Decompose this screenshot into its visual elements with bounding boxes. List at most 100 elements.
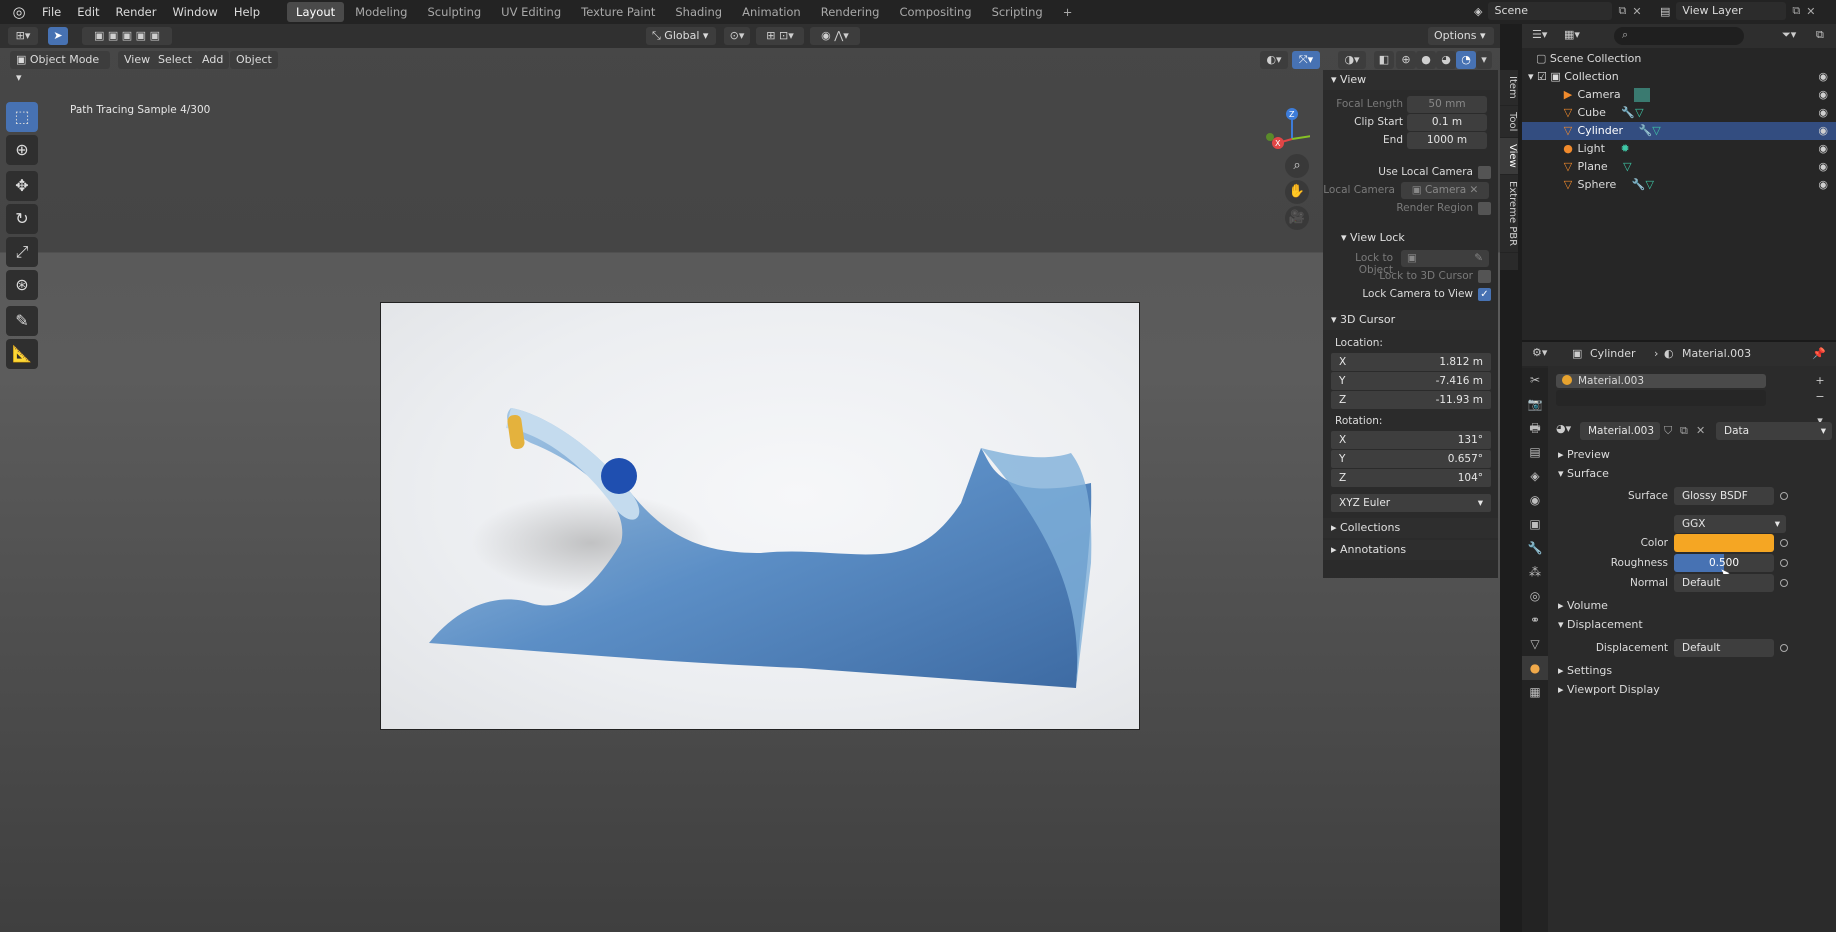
view-layer-selector[interactable]: ▤ View Layer ⧉ ✕ xyxy=(1660,2,1815,20)
texture-tab-icon[interactable]: ▦ xyxy=(1522,680,1548,704)
render-region-checkbox[interactable] xyxy=(1478,202,1491,215)
socket-icon[interactable] xyxy=(1780,644,1788,652)
scale-tool-icon[interactable]: ⤢ xyxy=(6,237,38,267)
tab-view[interactable]: View xyxy=(1500,138,1518,175)
modifier-wrench-icon[interactable]: 🔧 xyxy=(1621,106,1635,119)
local-camera-field[interactable]: ▣ Camera ✕ xyxy=(1401,182,1489,199)
transform-tool-icon[interactable]: ⊛ xyxy=(6,270,38,300)
options-dropdown[interactable]: Options ▾ xyxy=(1428,27,1494,45)
workspace-tab-shading[interactable]: Shading xyxy=(666,2,731,22)
menu-render[interactable]: Render xyxy=(108,0,165,24)
add-slot-icon[interactable]: + xyxy=(1812,374,1828,390)
object-tab-icon[interactable]: ▣ xyxy=(1522,512,1548,536)
surface-shader-field[interactable]: Glossy BSDF xyxy=(1674,487,1774,505)
distribution-dropdown[interactable]: GGX ▾ xyxy=(1674,515,1786,533)
modifier-wrench-icon[interactable]: 🔧 xyxy=(1632,178,1646,191)
workspace-tab-texture-paint[interactable]: Texture Paint xyxy=(572,2,664,22)
view-section-header[interactable]: ▾ View xyxy=(1323,70,1498,90)
display-mode-icon[interactable]: ▦▾ xyxy=(1564,28,1580,41)
expand-arrow-icon[interactable]: ▾ xyxy=(1528,70,1537,83)
unlink-material-icon[interactable]: ✕ xyxy=(1696,424,1705,437)
zoom-icon[interactable]: ⌕ xyxy=(1285,154,1309,178)
transform-orientation-dropdown[interactable]: ⤡ Global ▾ xyxy=(646,27,716,45)
select-tool-icon[interactable]: ➤ xyxy=(48,27,68,45)
xray-icon[interactable]: ◧ xyxy=(1374,51,1394,69)
eyedropper-icon[interactable]: ✎ xyxy=(1474,250,1483,267)
particles-tab-icon[interactable]: ⁂ xyxy=(1522,560,1548,584)
scene-name-field[interactable]: Scene xyxy=(1488,2,1613,20)
workspace-tab-animation[interactable]: Animation xyxy=(733,2,810,22)
collections-section-header[interactable]: ▸ Collections xyxy=(1323,518,1498,538)
blender-logo-icon[interactable]: ◎ xyxy=(8,3,30,21)
render-tab-icon[interactable]: 📷 xyxy=(1522,392,1548,416)
menu-view[interactable]: View xyxy=(118,51,157,69)
constraints-tab-icon[interactable]: ⚭ xyxy=(1522,608,1548,632)
eye-icon[interactable]: ◉ xyxy=(1818,86,1828,104)
cursor-location-x[interactable]: X 1.812 m xyxy=(1331,353,1491,371)
move-tool-icon[interactable]: ✥ xyxy=(6,171,38,201)
scene-selector[interactable]: ◈ Scene ⧉ ✕ xyxy=(1474,2,1642,20)
outliner-item-plane[interactable]: ▽ Plane ▽ ◉ xyxy=(1522,158,1836,176)
annotate-tool-icon[interactable]: ✎ xyxy=(6,306,38,336)
cursor-rotation-z[interactable]: Z 104° xyxy=(1331,469,1491,487)
displacement-field[interactable]: Default xyxy=(1674,639,1774,657)
normal-field[interactable]: Default xyxy=(1674,574,1774,592)
workspace-tab-scripting[interactable]: Scripting xyxy=(983,2,1052,22)
tool-tab-icon[interactable]: ✂ xyxy=(1522,368,1548,392)
menu-file[interactable]: File xyxy=(34,0,69,24)
shading-options-icon[interactable]: ▾ xyxy=(1476,51,1492,69)
output-tab-icon[interactable]: 🖶 xyxy=(1522,416,1548,440)
outliner-item-cylinder[interactable]: ▽ Cylinder 🔧▽ ◉ xyxy=(1522,122,1836,140)
eye-icon[interactable]: ◉ xyxy=(1818,176,1828,194)
pan-hand-icon[interactable]: ✋ xyxy=(1285,180,1309,204)
workspace-tab-compositing[interactable]: Compositing xyxy=(890,2,980,22)
material-browse-icon[interactable]: ◕▾ xyxy=(1556,422,1580,440)
new-scene-icon[interactable]: ⧉ xyxy=(1618,4,1626,18)
add-workspace-button[interactable]: + xyxy=(1054,2,1082,22)
annotations-section-header[interactable]: ▸ Annotations xyxy=(1323,540,1498,560)
eye-icon[interactable]: ◉ xyxy=(1818,140,1828,158)
surface-section-header[interactable]: ▾ Surface xyxy=(1548,463,1836,485)
tab-tool[interactable]: Tool xyxy=(1500,106,1518,139)
remove-slot-icon[interactable]: − xyxy=(1812,390,1828,406)
cursor-location-z[interactable]: Z -11.93 m xyxy=(1331,391,1491,409)
socket-icon[interactable] xyxy=(1780,492,1788,500)
eye-icon[interactable]: ◉ xyxy=(1818,68,1828,86)
measure-tool-icon[interactable]: 📐 xyxy=(6,339,38,369)
proportional-edit-icon[interactable]: ◉ ⋀▾ xyxy=(810,27,860,45)
outliner-item-cube[interactable]: ▽ Cube 🔧▽ ◉ xyxy=(1522,104,1836,122)
eye-icon[interactable]: ◉ xyxy=(1818,158,1828,176)
physics-tab-icon[interactable]: ◎ xyxy=(1522,584,1548,608)
cursor-location-y[interactable]: Y -7.416 m xyxy=(1331,372,1491,390)
new-view-layer-icon[interactable]: ⧉ xyxy=(1792,4,1800,18)
mesh-data-icon[interactable]: ▽ xyxy=(1645,178,1653,191)
select-mode-icons[interactable]: ▣ ▣ ▣ ▣ ▣ xyxy=(82,27,172,45)
cursor-rotation-x[interactable]: X 131° xyxy=(1331,431,1491,449)
menu-add[interactable]: Add xyxy=(196,51,230,69)
delete-scene-icon[interactable]: ✕ xyxy=(1632,5,1641,18)
mesh-data-icon[interactable]: ▽ xyxy=(1623,160,1631,173)
tab-extreme-pbr[interactable]: Extreme PBR xyxy=(1500,175,1518,254)
scene-tab-icon[interactable]: ◈ xyxy=(1522,464,1548,488)
rotate-tool-icon[interactable]: ↻ xyxy=(6,204,38,234)
gizmo-toggle-icon[interactable]: ⤧▾ xyxy=(1292,51,1320,69)
view-lock-section-header[interactable]: ▾ View Lock xyxy=(1323,228,1498,248)
data-tab-icon[interactable]: ▽ xyxy=(1522,632,1548,656)
socket-icon[interactable] xyxy=(1780,539,1788,547)
solid-shading-icon[interactable]: ● xyxy=(1416,51,1436,69)
mode-dropdown[interactable]: ▣ Object Mode ▾ xyxy=(10,51,110,84)
view-layer-field[interactable]: View Layer xyxy=(1676,2,1787,20)
camera-view-icon[interactable]: 🎥 xyxy=(1285,206,1309,230)
material-slot-item[interactable]: Material.003 xyxy=(1556,374,1766,388)
overlays-icon[interactable]: ◑▾ xyxy=(1338,51,1366,69)
workspace-tab-rendering[interactable]: Rendering xyxy=(812,2,889,22)
rendered-shading-icon[interactable]: ◔ xyxy=(1456,51,1476,69)
use-local-camera-checkbox[interactable] xyxy=(1478,166,1491,179)
lock-camera-to-view-checkbox[interactable]: ✓ xyxy=(1478,288,1491,301)
menu-select[interactable]: Select xyxy=(152,51,198,69)
outliner-item-light[interactable]: ● Light ✹ ◉ xyxy=(1522,140,1836,158)
modifier-tab-icon[interactable]: 🔧 xyxy=(1522,536,1548,560)
workspace-tab-uv-editing[interactable]: UV Editing xyxy=(492,2,570,22)
rotation-mode-dropdown[interactable]: XYZ Euler ▾ xyxy=(1331,494,1491,512)
menu-window[interactable]: Window xyxy=(164,0,225,24)
